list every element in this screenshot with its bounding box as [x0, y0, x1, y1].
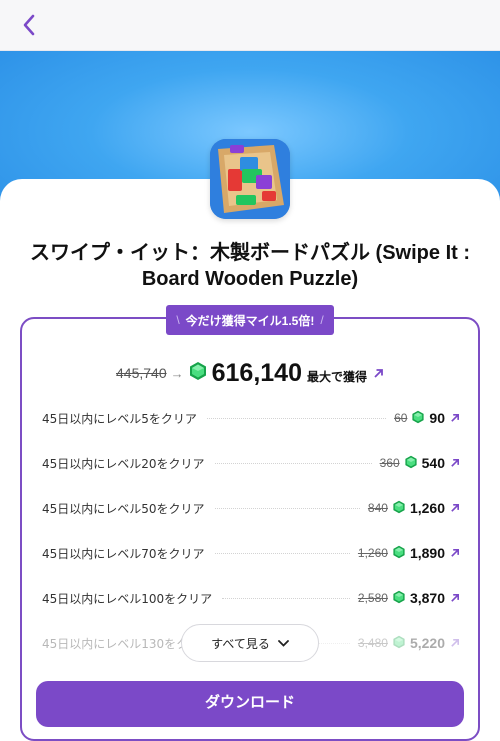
gem-icon — [392, 544, 406, 563]
dotted-leader — [214, 462, 372, 464]
reward-row[interactable]: 45日以内にレベル100をクリア 2,580 3,870 — [42, 586, 460, 610]
gem-icon — [411, 409, 425, 428]
promo-banner: \ 今だけ獲得マイル1.5倍! / — [166, 305, 334, 335]
reward-row[interactable]: 45日以内にレベル70をクリア 1,260 1,890 — [42, 541, 460, 565]
old-total-miles: 445,740 — [116, 365, 167, 381]
miles-summary: 445,740 → 616,140 最大で獲得 — [0, 356, 500, 390]
see-all-label: すべて見る — [211, 636, 270, 651]
gem-icon — [392, 589, 406, 608]
external-arrow-icon[interactable] — [373, 368, 384, 379]
promo-left-mark: \ — [176, 313, 180, 327]
reward-new-miles: 540 — [421, 455, 445, 471]
external-arrow-icon[interactable] — [450, 458, 460, 468]
promo-right-mark: / — [320, 313, 324, 327]
reward-old-miles: 840 — [367, 501, 388, 515]
reward-old-miles: 3,480 — [357, 636, 388, 650]
new-total-miles: 616,140 — [211, 358, 302, 387]
see-all-button[interactable]: すべて見る — [181, 624, 319, 662]
reward-new-miles: 5,220 — [409, 635, 445, 651]
reward-row[interactable]: 45日以内にレベル20をクリア 360 540 — [42, 451, 460, 475]
reward-old-miles: 60 — [394, 411, 408, 425]
reward-row[interactable]: 45日以内にレベル50をクリア 840 1,260 — [42, 496, 460, 520]
download-label: ダウンロード — [204, 693, 295, 711]
dotted-leader — [214, 507, 360, 509]
dotted-leader — [206, 417, 387, 419]
max-earn-label: 最大で獲得 — [306, 369, 367, 384]
reward-label: 45日以内にレベル100をクリア — [42, 591, 213, 606]
arrow-right-icon: → — [170, 365, 184, 381]
reward-new-miles: 3,870 — [409, 590, 445, 606]
reward-new-miles: 1,890 — [409, 545, 445, 561]
reward-label: 45日以内にレベル70をクリア — [42, 546, 205, 561]
gem-icon — [404, 454, 418, 473]
reward-label: 45日以内にレベル50をクリア — [42, 501, 205, 516]
external-arrow-icon[interactable] — [450, 413, 460, 423]
external-arrow-icon[interactable] — [450, 638, 460, 648]
chevron-down-icon — [277, 639, 289, 647]
external-arrow-icon[interactable] — [450, 593, 460, 603]
top-nav-bar — [0, 0, 500, 51]
gem-icon — [188, 361, 208, 386]
reward-old-miles: 2,580 — [357, 591, 388, 605]
gem-icon — [392, 499, 406, 518]
reward-row[interactable]: 45日以内にレベル5をクリア 60 90 — [42, 406, 460, 430]
reward-old-miles: 360 — [379, 456, 400, 470]
promo-text: 今だけ獲得マイル1.5倍! — [185, 313, 315, 328]
download-button[interactable]: ダウンロード — [36, 681, 464, 727]
gem-icon — [392, 634, 406, 653]
reward-new-miles: 90 — [429, 410, 445, 426]
reward-label: 45日以内にレベル20をクリア — [42, 456, 205, 471]
app-title: スワイプ・イット：木製ボードパズル (Swipe It : Board Wood… — [30, 242, 470, 290]
external-arrow-icon[interactable] — [450, 503, 460, 513]
reward-label: 45日以内にレベル5をクリア — [42, 411, 197, 426]
app-icon — [210, 139, 290, 219]
dotted-leader — [222, 597, 350, 599]
external-arrow-icon[interactable] — [450, 548, 460, 558]
chevron-left-icon — [23, 14, 35, 36]
reward-new-miles: 1,260 — [409, 500, 445, 516]
reward-old-miles: 1,260 — [357, 546, 388, 560]
back-button[interactable] — [14, 10, 44, 40]
dotted-leader — [214, 552, 350, 554]
